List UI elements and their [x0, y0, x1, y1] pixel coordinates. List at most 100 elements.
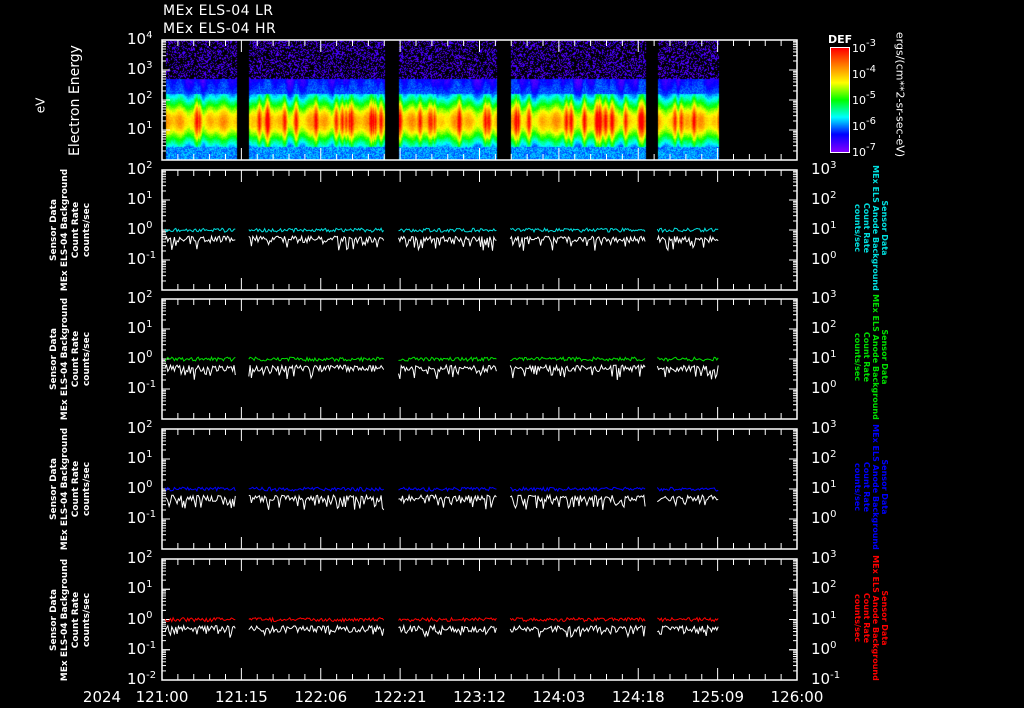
- right-y-axis-label: Sensor Data MEx ELS Anode Background Count…: [852, 554, 889, 681]
- left-y-tick-label: 100: [127, 220, 153, 238]
- left-y-tick-label: 10-1: [127, 509, 157, 527]
- series-line-anode-background: [248, 486, 384, 493]
- series-line-anode-background: [509, 485, 646, 493]
- series-line-els-04-background: [165, 494, 236, 509]
- series-line-els-04-background: [509, 493, 646, 510]
- series-line-anode-background: [164, 355, 236, 363]
- series-line-anode-background: [398, 227, 497, 233]
- left-y-tick-label: 101: [127, 579, 153, 598]
- right-y-tick-label: 101: [811, 479, 837, 497]
- x-tick-label: 124:18: [611, 688, 665, 706]
- left-y-axis-label: Sensor Data MEx ELS-04 Background Count Ra…: [49, 427, 93, 551]
- x-tick-label: 122:06: [294, 688, 348, 706]
- x-axis-year: 2024: [82, 688, 122, 706]
- left-y-tick-label: 101: [127, 449, 153, 467]
- series-line-els-04-background: [509, 363, 646, 380]
- left-y-tick-label: 103: [127, 60, 153, 78]
- series-line-els-04-background: [164, 623, 236, 638]
- series-line-anode-background: [164, 616, 236, 623]
- panel-frame: [161, 39, 798, 161]
- right-y-tick-label: 102: [811, 319, 837, 337]
- left-y-tick-label: 101: [127, 190, 153, 208]
- series-line-els-04-background: [164, 234, 236, 250]
- series-line-els-04-background: [398, 235, 497, 252]
- right-y-axis-label: Sensor Data MEx ELS Anode Background Count…: [852, 165, 889, 291]
- series-line-els-04-background: [248, 363, 385, 380]
- left-y-tick-label: 102: [127, 419, 153, 437]
- left-y-tick-label: 10-2: [127, 670, 157, 688]
- y-axis-label: Electron Energy: [66, 45, 83, 156]
- right-y-tick-label: 100: [811, 250, 837, 268]
- right-y-tick-label: 102: [811, 579, 837, 598]
- series-line-anode-background: [248, 227, 385, 234]
- series-line-anode-background: [398, 356, 497, 363]
- colorbar-tick-label: 10-5: [852, 90, 876, 108]
- panel-frame: [161, 428, 798, 550]
- series-line-els-04-background: [248, 624, 385, 637]
- right-y-tick-label: 103: [811, 289, 837, 307]
- x-tick-label: 123:12: [453, 688, 506, 706]
- series-line-anode-background: [248, 356, 384, 363]
- x-tick-label: 125:09: [691, 688, 745, 706]
- left-y-tick-label: 100: [127, 609, 153, 628]
- series-line-els-04-background: [398, 493, 497, 510]
- series-line-anode-background: [164, 486, 236, 493]
- colorbar-tick-label: 10-6: [852, 116, 876, 134]
- left-y-tick-label: 101: [127, 319, 153, 337]
- series-line-anode-background: [656, 227, 719, 234]
- x-tick-label: 121:00: [135, 688, 189, 706]
- left-y-tick-label: 101: [127, 120, 153, 138]
- right-y-tick-label: 101: [811, 349, 837, 367]
- x-tick-label: 124:03: [532, 688, 586, 706]
- series-line-anode-background: [657, 356, 719, 363]
- series-line-anode-background: [510, 356, 646, 363]
- series-line-els-04-background: [657, 624, 719, 637]
- left-y-tick-label: 102: [127, 549, 153, 567]
- series-line-els-04-background: [398, 623, 497, 638]
- colorbar-tick-label: 10-7: [852, 142, 876, 160]
- left-y-tick-label: 102: [127, 160, 153, 178]
- right-y-tick-label: 10-1: [811, 670, 841, 688]
- series-line-els-04-background: [248, 234, 385, 251]
- right-y-axis-label: Sensor Data MEx ELS Anode Background Count…: [852, 424, 889, 550]
- right-y-tick-label: 103: [811, 160, 837, 178]
- right-y-tick-label: 102: [811, 449, 837, 467]
- left-y-axis-label: Sensor Data MEx ELS-04 Background Count Ra…: [49, 297, 93, 421]
- series-line-els-04-background: [248, 493, 385, 511]
- left-y-tick-label: 10-1: [127, 250, 157, 268]
- series-line-els-04-background: [656, 364, 719, 380]
- left-y-axis-label: Sensor Data MEx ELS-04 Background Count Ra…: [49, 168, 93, 292]
- series-line-els-04-background: [509, 235, 646, 251]
- series-line-els-04-background: [164, 363, 236, 380]
- series-line-anode-background: [509, 227, 646, 234]
- right-y-tick-label: 101: [811, 609, 837, 628]
- left-y-tick-label: 102: [127, 289, 153, 307]
- series-line-anode-background: [656, 486, 719, 492]
- right-y-axis-label: Sensor Data MEx ELS Anode Background Count…: [852, 294, 889, 420]
- series-line-els-04-background: [398, 363, 497, 380]
- series-line-els-04-background: [657, 494, 719, 508]
- right-y-tick-label: 103: [811, 419, 837, 437]
- series-line-anode-background: [509, 616, 646, 623]
- right-y-tick-label: 100: [811, 379, 837, 397]
- left-y-tick-label: 100: [127, 349, 153, 367]
- x-tick-label: 121:15: [214, 688, 268, 706]
- right-y-tick-label: 101: [811, 220, 837, 238]
- series-line-anode-background: [248, 616, 385, 623]
- left-y-tick-label: 102: [127, 90, 153, 108]
- colorbar-tick-label: 10-3: [852, 38, 876, 56]
- left-y-tick-label: 10-1: [127, 639, 157, 658]
- x-tick-label: 122:21: [373, 688, 427, 706]
- series-line-els-04-background: [509, 624, 646, 639]
- series-line-anode-background: [398, 616, 497, 623]
- series-line-els-04-background: [656, 234, 719, 252]
- left-y-tick-label: 104: [127, 30, 153, 48]
- x-tick-label: 126:00: [770, 688, 824, 706]
- series-line-anode-background: [398, 486, 497, 493]
- y-axis-unit: eV: [33, 97, 48, 114]
- left-y-axis-label: Sensor Data MEx ELS-04 Background Count Ra…: [49, 558, 93, 681]
- series-line-anode-background: [657, 616, 719, 623]
- right-y-tick-label: 100: [811, 509, 837, 527]
- colorbar-tick-label: 10-4: [852, 64, 876, 82]
- right-y-tick-label: 103: [811, 549, 837, 567]
